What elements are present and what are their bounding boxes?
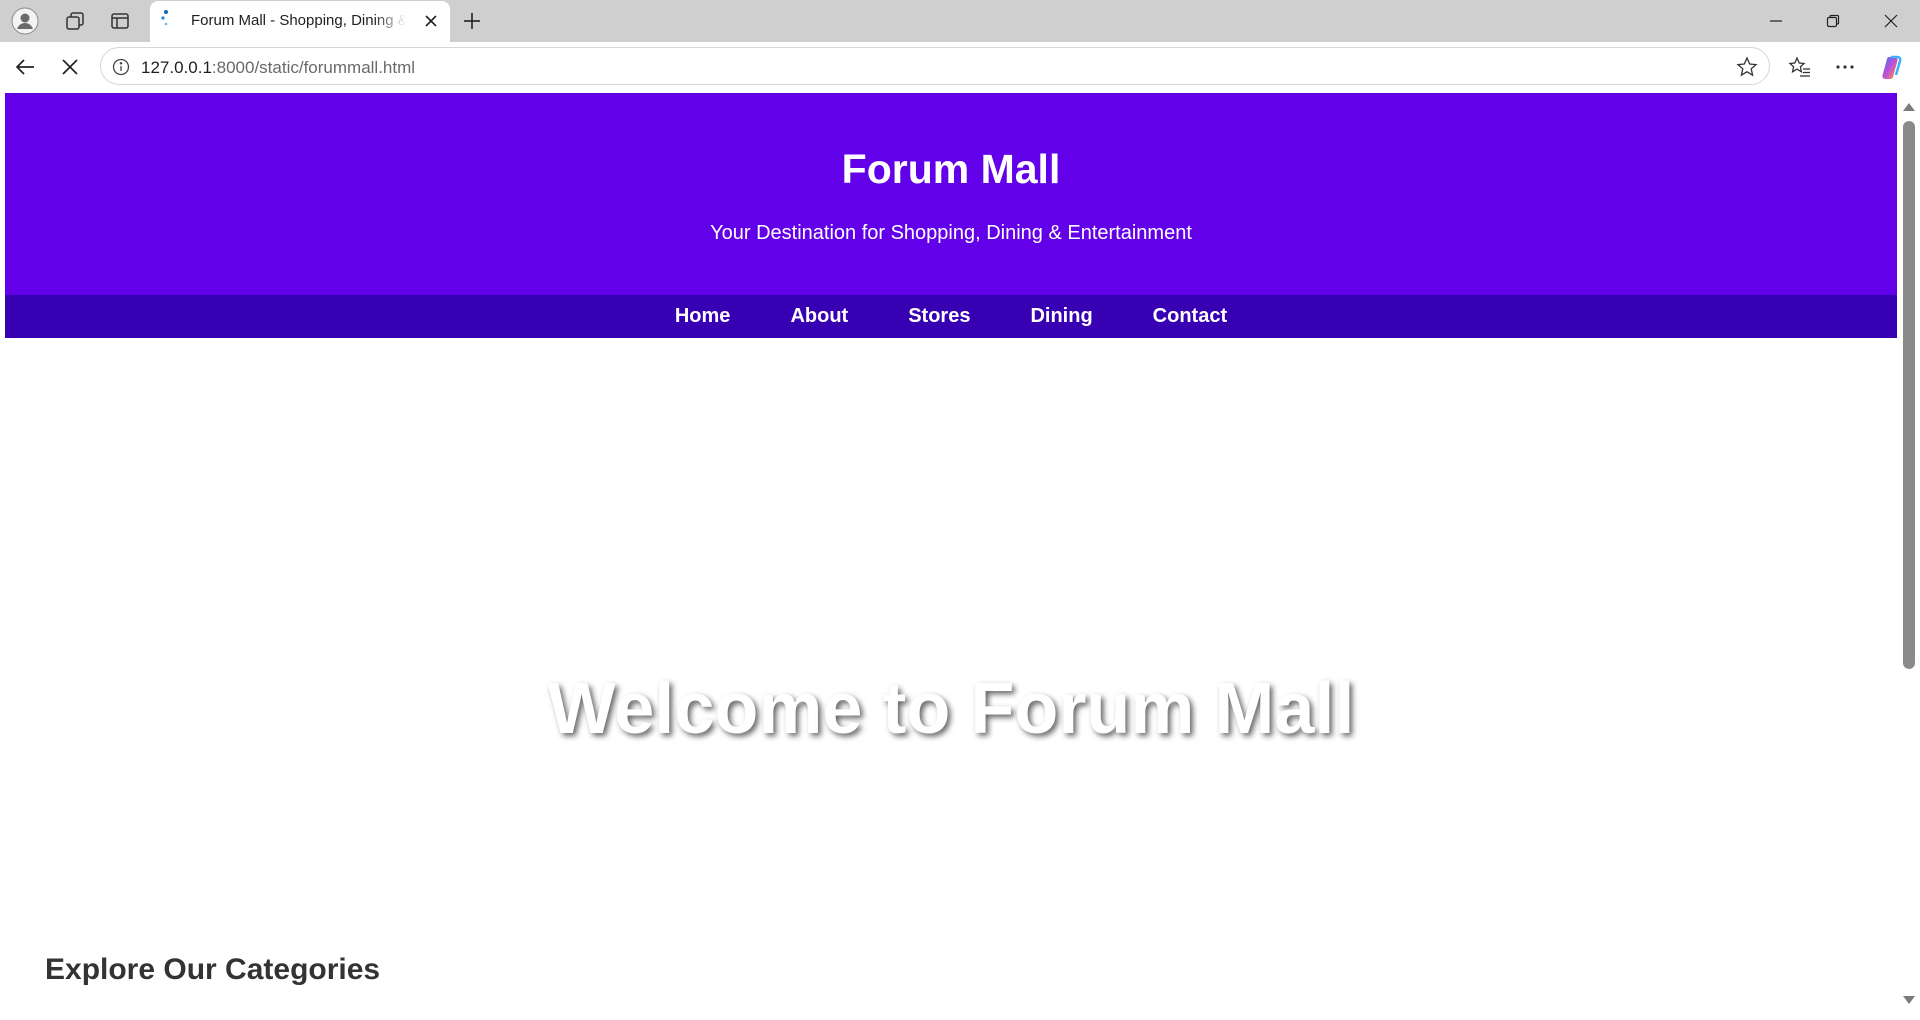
profile-icon[interactable] xyxy=(10,6,40,36)
stop-loading-icon[interactable] xyxy=(55,52,85,82)
tab-title: Forum Mall - Shopping, Dining & Entertai… xyxy=(191,12,406,29)
url-host: 127.0.0.1 xyxy=(141,58,212,77)
new-tab-button[interactable] xyxy=(457,6,487,36)
scroll-up-arrow-icon[interactable] xyxy=(1903,103,1915,111)
loading-favicon xyxy=(160,9,174,27)
ellipsis-icon[interactable] xyxy=(1830,52,1860,82)
nav-contact[interactable]: Contact xyxy=(1153,305,1227,328)
close-tab-icon[interactable] xyxy=(420,10,442,32)
scrollbar-thumb[interactable] xyxy=(1903,121,1915,669)
restore-button[interactable] xyxy=(1810,4,1856,38)
hero-section: Welcome to Forum Mall xyxy=(5,338,1897,1017)
close-window-button[interactable] xyxy=(1868,4,1914,38)
copilot-icon[interactable] xyxy=(1876,52,1906,82)
active-tab[interactable]: Forum Mall - Shopping, Dining & Entertai… xyxy=(150,1,450,42)
nav-stores[interactable]: Stores xyxy=(908,305,970,328)
page-viewport: Forum Mall Your Destination for Shopping… xyxy=(5,93,1897,1017)
site-header: Forum Mall Your Destination for Shopping… xyxy=(5,93,1897,295)
star-icon[interactable] xyxy=(1735,55,1759,79)
main-navigation: Home About Stores Dining Contact xyxy=(5,295,1897,338)
nav-about[interactable]: About xyxy=(790,305,848,328)
site-title: Forum Mall xyxy=(841,146,1061,192)
browser-toolbar: 127.0.0.1:8000/static/forummall.html xyxy=(0,42,1920,92)
tab-bar: Forum Mall - Shopping, Dining & Entertai… xyxy=(0,0,1920,42)
page-scrollbar[interactable] xyxy=(1897,93,1920,1020)
site-tagline: Your Destination for Shopping, Dining & … xyxy=(710,222,1192,244)
scroll-down-arrow-icon[interactable] xyxy=(1903,996,1915,1004)
favorites-icon[interactable] xyxy=(1785,52,1815,82)
categories-heading: Explore Our Categories xyxy=(45,953,381,986)
nav-dining[interactable]: Dining xyxy=(1030,305,1092,328)
vertical-tabs-icon[interactable] xyxy=(105,6,135,36)
minimize-button[interactable] xyxy=(1753,4,1799,38)
url-path: :8000/static/forummall.html xyxy=(211,58,416,77)
nav-home[interactable]: Home xyxy=(675,305,731,328)
info-icon[interactable] xyxy=(111,57,131,77)
address-bar[interactable]: 127.0.0.1:8000/static/forummall.html xyxy=(100,47,1770,85)
back-arrow-icon[interactable] xyxy=(10,52,40,82)
url-text: 127.0.0.1:8000/static/forummall.html xyxy=(141,58,415,78)
workspaces-icon[interactable] xyxy=(60,6,90,36)
hero-heading: Welcome to Forum Mall xyxy=(547,669,1355,749)
